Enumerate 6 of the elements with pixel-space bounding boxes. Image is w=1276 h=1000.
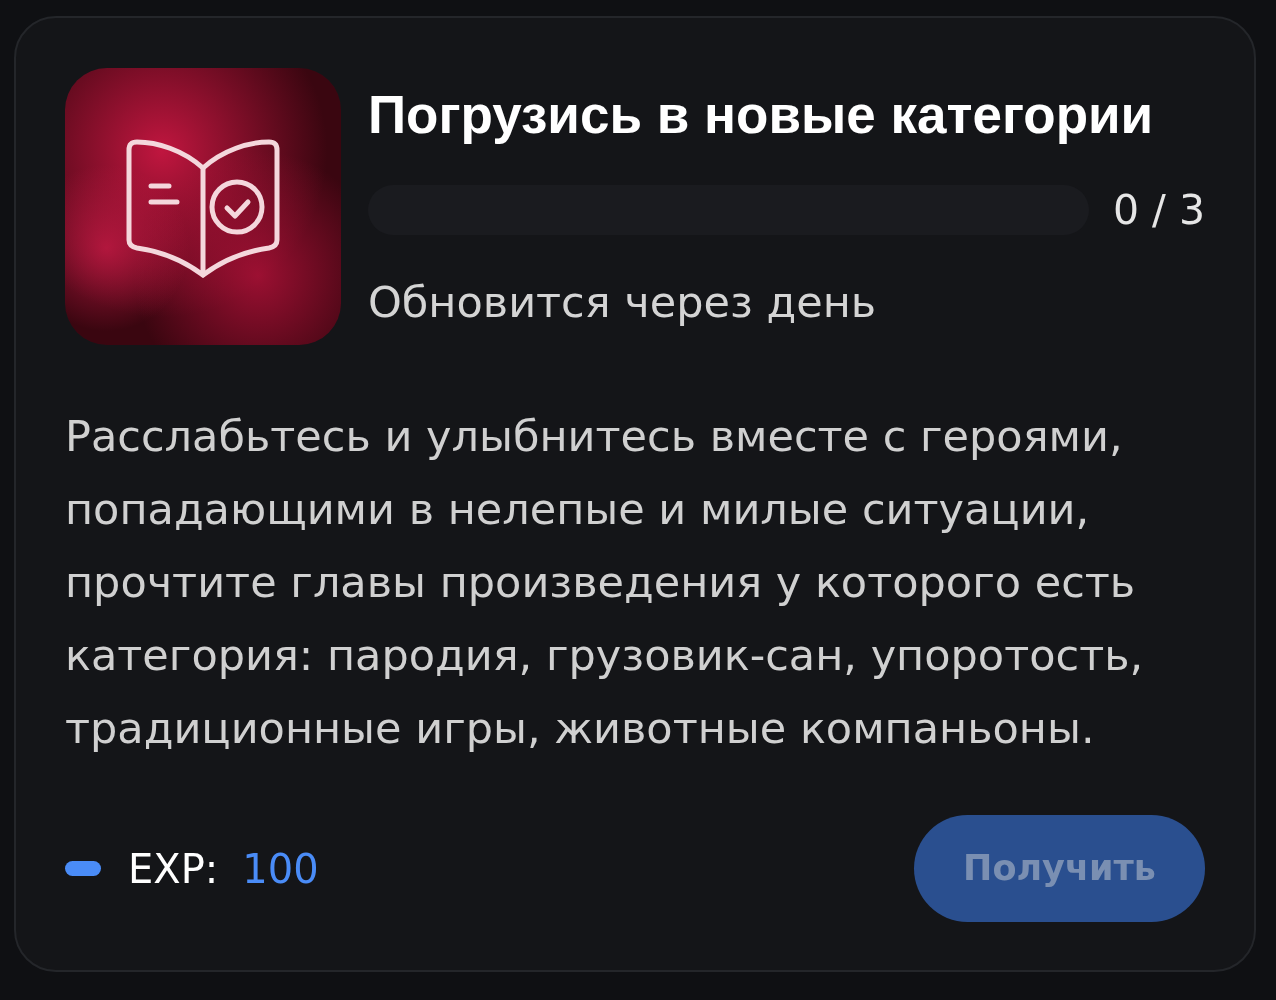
quest-description: Расслабьтесь и улыбнитесь вместе с героями, попадающими в нелепые и милые ситуации, прочтите главы произведения у которого есть категория: пародия, грузовик-сан, упоротость, традиционные игры, животные компаньоны. — [65, 410, 1145, 755]
quest-title: Погрузись в новые категории — [368, 84, 1155, 146]
exp-value: 100 — [242, 844, 319, 894]
exp-label: EXP: — [128, 844, 219, 894]
progress-reading: 0 / 3 — [1112, 185, 1205, 235]
refresh-note: Обновится через день — [368, 277, 878, 327]
